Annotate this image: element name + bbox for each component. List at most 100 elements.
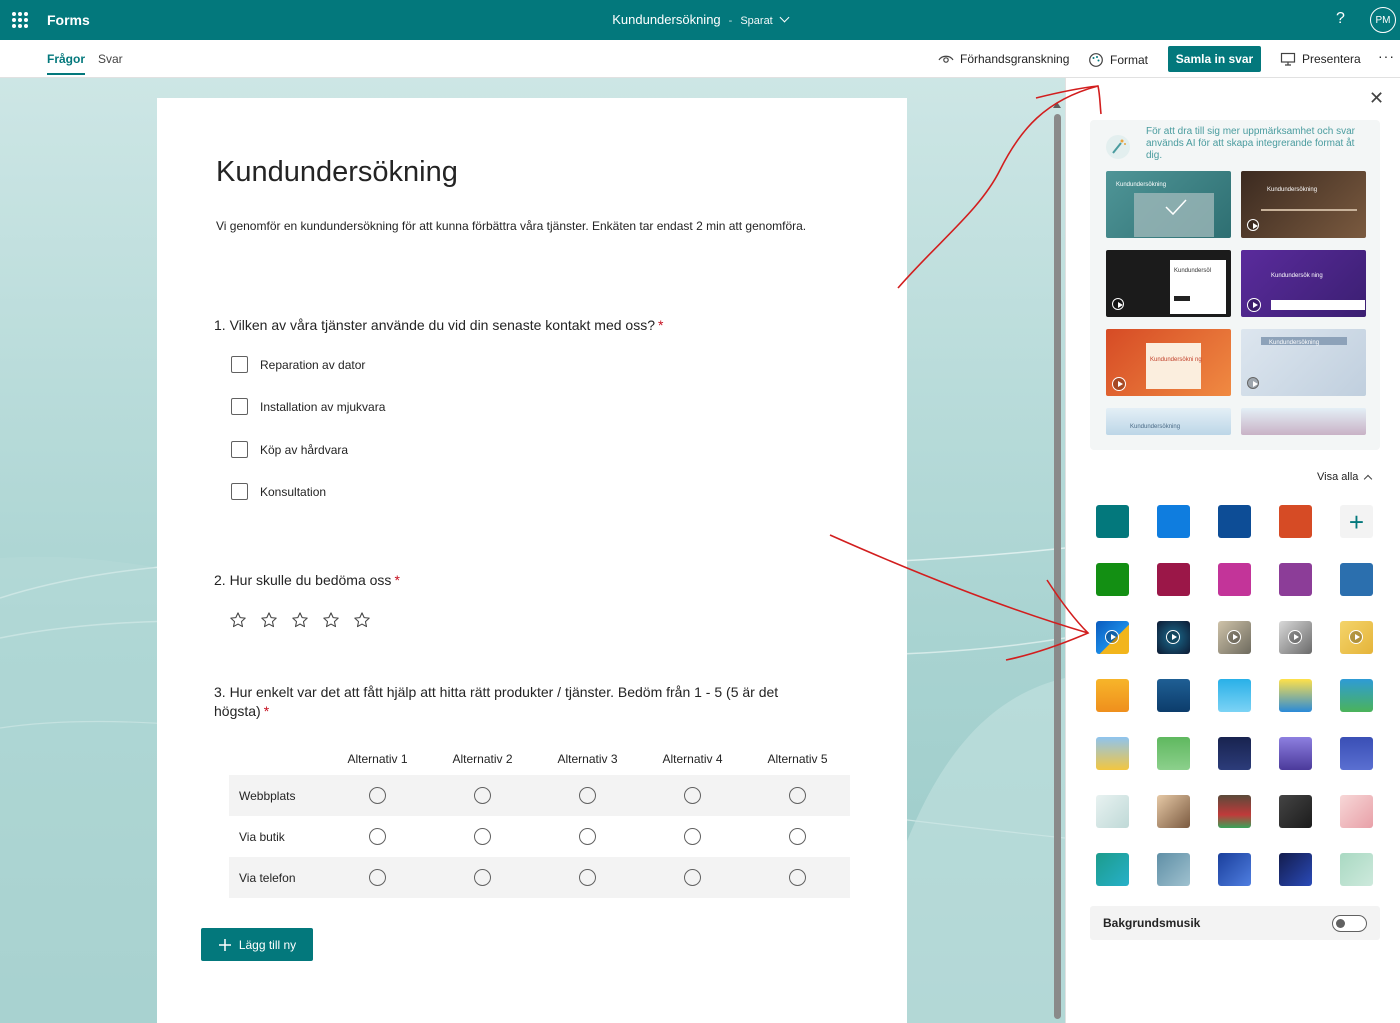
theme-image-swatch[interactable]: [1340, 621, 1373, 654]
theme-thumbnail[interactable]: Kundundersök ning: [1241, 250, 1366, 317]
add-theme-plus-icon[interactable]: +: [1340, 505, 1373, 538]
option-repair[interactable]: Reparation av dator: [231, 356, 365, 373]
star-icon[interactable]: [322, 611, 340, 629]
theme-swatch[interactable]: [1157, 505, 1190, 538]
radio-button[interactable]: [684, 869, 701, 886]
theme-swatch[interactable]: [1340, 563, 1373, 596]
theme-image-swatch[interactable]: [1157, 737, 1190, 770]
radio-button[interactable]: [369, 828, 386, 845]
theme-image-swatch[interactable]: [1340, 679, 1373, 712]
star-icon[interactable]: [291, 611, 309, 629]
theme-image-swatch[interactable]: [1340, 795, 1373, 828]
theme-thumbnail[interactable]: Kundundersökning: [1106, 171, 1231, 238]
radio-button[interactable]: [369, 787, 386, 804]
theme-image-swatch[interactable]: [1279, 795, 1312, 828]
app-header: Forms Kundundersökning - Sparat ? PM: [0, 0, 1400, 40]
theme-image-swatch[interactable]: [1218, 621, 1251, 654]
theme-image-swatch[interactable]: [1157, 853, 1190, 886]
theme-swatch[interactable]: [1218, 563, 1251, 596]
theme-swatch[interactable]: [1279, 505, 1312, 538]
format-button[interactable]: Format: [1088, 52, 1148, 68]
theme-swatch[interactable]: [1279, 563, 1312, 596]
theme-swatch[interactable]: [1096, 563, 1129, 596]
help-icon[interactable]: ?: [1336, 10, 1345, 28]
star-icon[interactable]: [353, 611, 371, 629]
tab-questions[interactable]: Frågor: [47, 52, 86, 75]
radio-button[interactable]: [579, 828, 596, 845]
theme-swatch[interactable]: [1096, 505, 1129, 538]
column-header: Alternativ 1: [347, 752, 408, 766]
theme-image-swatch[interactable]: [1096, 621, 1129, 654]
document-title[interactable]: Kundundersökning - Sparat: [0, 12, 1400, 27]
theme-image-swatch[interactable]: [1279, 621, 1312, 654]
radio-button[interactable]: [474, 869, 491, 886]
theme-thumbnail[interactable]: Kundundersöl: [1106, 250, 1231, 317]
theme-image-swatch[interactable]: [1279, 737, 1312, 770]
theme-image-swatch[interactable]: [1157, 679, 1190, 712]
question-3[interactable]: 3. Hur enkelt var det att fått hjälp att…: [214, 683, 824, 721]
radio-button[interactable]: [789, 869, 806, 886]
background-music-toggle[interactable]: [1332, 915, 1367, 932]
theme-thumbnail[interactable]: Kundundersökning: [1241, 171, 1366, 238]
radio-button[interactable]: [684, 828, 701, 845]
checkmark-icon: [1165, 199, 1187, 216]
theme-image-swatch[interactable]: [1218, 795, 1251, 828]
more-options-icon[interactable]: ···: [1378, 48, 1395, 64]
tab-responses[interactable]: Svar: [98, 52, 123, 66]
theme-image-swatch[interactable]: [1096, 853, 1129, 886]
collect-responses-button[interactable]: Samla in svar: [1168, 46, 1261, 72]
required-marker: *: [263, 703, 270, 719]
theme-image-swatch[interactable]: [1096, 679, 1129, 712]
theme-image-swatch[interactable]: [1218, 737, 1251, 770]
theme-image-swatch[interactable]: [1157, 795, 1190, 828]
radio-button[interactable]: [789, 828, 806, 845]
checkbox[interactable]: [231, 356, 248, 373]
radio-button[interactable]: [789, 787, 806, 804]
theme-thumbnail[interactable]: Kundundersökning: [1106, 408, 1231, 435]
add-new-button[interactable]: Lägg till ny: [201, 928, 313, 961]
present-button[interactable]: Presentera: [1280, 52, 1361, 66]
avatar[interactable]: PM: [1370, 7, 1396, 33]
radio-button[interactable]: [369, 869, 386, 886]
theme-swatch[interactable]: [1157, 563, 1190, 596]
star-icon[interactable]: [260, 611, 278, 629]
radio-button[interactable]: [579, 787, 596, 804]
radio-button[interactable]: [474, 828, 491, 845]
scroll-up-icon[interactable]: [1053, 102, 1061, 108]
theme-swatch[interactable]: [1218, 505, 1251, 538]
theme-image-swatch[interactable]: [1096, 795, 1129, 828]
close-icon[interactable]: ✕: [1369, 89, 1384, 107]
option-consulting[interactable]: Konsultation: [231, 483, 326, 500]
star-icon[interactable]: [229, 611, 247, 629]
show-all-toggle[interactable]: Visa alla: [1317, 471, 1373, 484]
theme-image-swatch[interactable]: [1279, 679, 1312, 712]
row-label: Via butik: [239, 829, 285, 844]
radio-button[interactable]: [684, 787, 701, 804]
scrollbar[interactable]: [1051, 100, 1063, 1023]
theme-image-swatch[interactable]: [1218, 853, 1251, 886]
scrollbar-thumb[interactable]: [1054, 114, 1061, 1019]
form-title[interactable]: Kundundersökning: [216, 156, 458, 189]
question-2[interactable]: 2. Hur skulle du bedöma oss *: [214, 571, 824, 590]
theme-image-swatch[interactable]: [1340, 737, 1373, 770]
theme-image-swatch[interactable]: [1279, 853, 1312, 886]
theme-image-swatch[interactable]: [1157, 621, 1190, 654]
theme-image-swatch[interactable]: [1218, 679, 1251, 712]
theme-image-swatch[interactable]: [1096, 737, 1129, 770]
star-rating[interactable]: [229, 611, 371, 629]
checkbox[interactable]: [231, 398, 248, 415]
option-install[interactable]: Installation av mjukvara: [231, 398, 385, 415]
theme-thumbnail[interactable]: Kundundersökning: [1241, 329, 1366, 396]
preview-button[interactable]: Förhandsgranskning: [938, 52, 1069, 66]
theme-thumbnail[interactable]: [1241, 408, 1366, 435]
save-status: Sparat: [740, 15, 773, 27]
form-description[interactable]: Vi genomför en kundundersökning för att …: [216, 219, 806, 233]
theme-thumbnail[interactable]: Kundundersökni ng: [1106, 329, 1231, 396]
theme-image-swatch[interactable]: [1340, 853, 1373, 886]
question-1[interactable]: 1. Vilken av våra tjänster använde du vi…: [214, 316, 824, 335]
option-hardware[interactable]: Köp av hårdvara: [231, 441, 348, 458]
checkbox[interactable]: [231, 483, 248, 500]
radio-button[interactable]: [579, 869, 596, 886]
radio-button[interactable]: [474, 787, 491, 804]
checkbox[interactable]: [231, 441, 248, 458]
